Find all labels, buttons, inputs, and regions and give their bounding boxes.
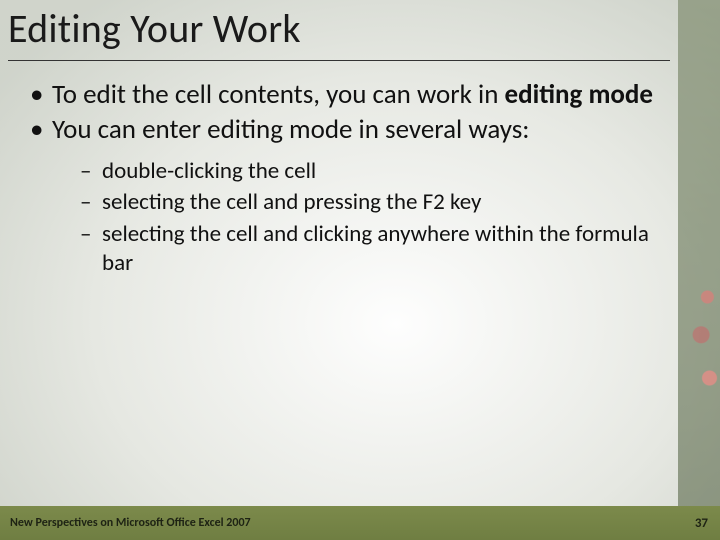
slide: Editing Your Work To edit the cell conte…	[0, 0, 720, 540]
bullet-2: You can enter editing mode in several wa…	[26, 113, 660, 146]
sub-bullet-group: double-clicking the cell selecting the c…	[26, 157, 660, 279]
sub-bullet-2: selecting the cell and pressing the F2 k…	[80, 188, 660, 217]
sub-bullet-3-text: selecting the cell and clicking anywhere…	[102, 220, 649, 277]
side-accent-decor	[678, 0, 720, 540]
bullet-2-text: You can enter editing mode in several wa…	[52, 113, 530, 146]
slide-title: Editing Your Work	[8, 4, 660, 53]
footer-bar: New Perspectives on Microsoft Office Exc…	[0, 506, 720, 540]
title-area: Editing Your Work	[8, 4, 660, 53]
content-area: To edit the cell contents, you can work …	[26, 78, 660, 281]
title-underline	[8, 60, 670, 61]
sub-bullet-1-text: double-clicking the cell	[102, 157, 316, 185]
bullet-1-bold: editing mode	[505, 78, 653, 111]
sub-bullet-2-text: selecting the cell and pressing the F2 k…	[102, 188, 481, 216]
bullet-1: To edit the cell contents, you can work …	[26, 78, 660, 111]
sub-bullet-3: selecting the cell and clicking anywhere…	[80, 220, 660, 279]
sub-bullet-1: double-clicking the cell	[80, 157, 660, 186]
bullet-1-text: To edit the cell contents, you can work …	[52, 78, 505, 111]
page-number: 37	[695, 516, 708, 531]
footer-source: New Perspectives on Microsoft Office Exc…	[10, 516, 251, 530]
